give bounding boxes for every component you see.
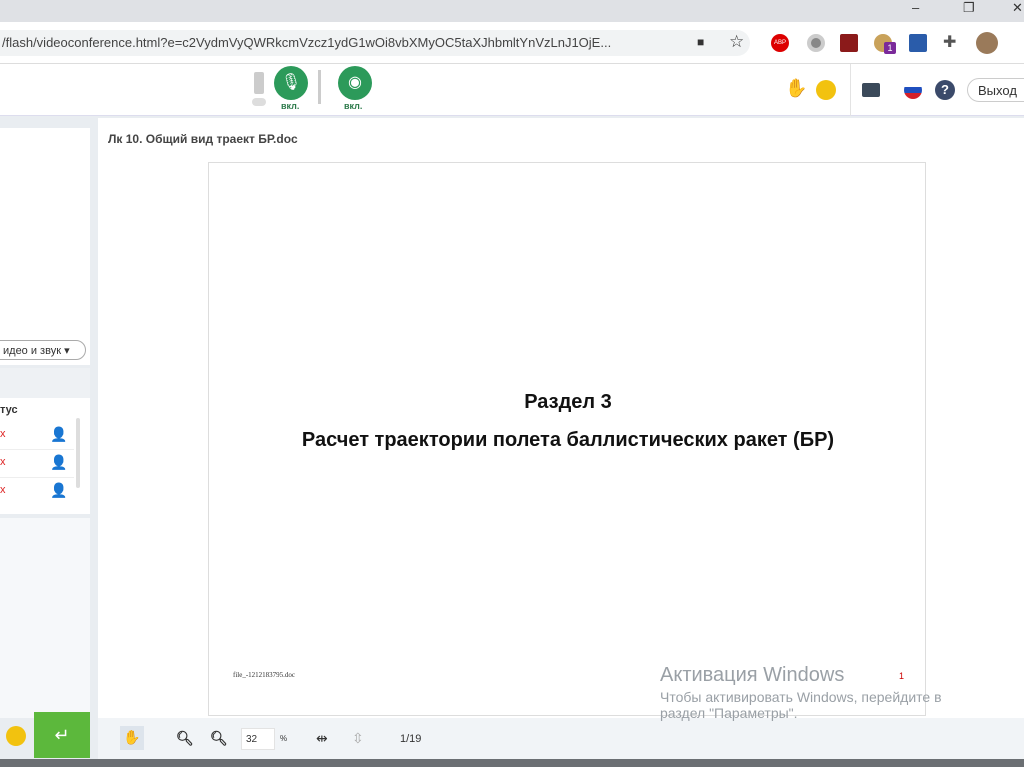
status-icon: x xyxy=(0,484,6,496)
language-flag-icon[interactable] xyxy=(904,81,922,99)
document-title: Лк 10. Общий вид траект БР.doc xyxy=(108,132,298,146)
video-sound-dropdown[interactable]: идео и звук ▾ xyxy=(0,340,86,360)
microphone-button[interactable]: 🎙 xyxy=(274,66,308,100)
user-icon: 👤 xyxy=(50,426,68,442)
emoji-icon[interactable] xyxy=(816,80,836,100)
viewer-toolbar: ✋ 🔍︎ 🔍︎ 32 % ⇹ ⇳ 1/19 xyxy=(98,718,1024,760)
extension-circle-icon[interactable] xyxy=(807,34,825,52)
status-icon: x xyxy=(0,456,6,468)
zoom-in-icon[interactable]: 🔍︎ xyxy=(176,730,194,747)
user-icon: 👤 xyxy=(50,454,68,470)
mic-level-icon xyxy=(254,72,264,94)
scrollbar[interactable] xyxy=(76,418,80,488)
left-sidebar: идео и звук ▾ тус x 👤 x 👤 x 👤 ↵ xyxy=(0,118,92,758)
extension-badge: 1 xyxy=(884,42,896,54)
footer-filename: file_-1212183795.doc xyxy=(233,671,296,679)
adblock-icon[interactable]: ABP xyxy=(771,34,789,52)
participant-row[interactable]: x 👤 xyxy=(0,478,74,506)
status-icon: x xyxy=(0,428,6,440)
minimize-button[interactable]: – xyxy=(912,0,919,15)
user-icon: 👤 xyxy=(50,482,68,498)
chat-panel: ↵ xyxy=(0,518,90,758)
extensions-puzzle-icon[interactable]: ✚ xyxy=(943,32,956,52)
exit-button[interactable]: Выход xyxy=(967,78,1024,102)
watermark-line1: Чтобы активировать Windows, перейдите в xyxy=(660,689,942,705)
divider xyxy=(850,64,851,116)
app-toolbar: 🎙 вкл. ◉ вкл. ✋ ? Выход xyxy=(0,64,1024,116)
taskbar-edge xyxy=(0,759,1024,767)
raise-hand-icon[interactable]: ✋ xyxy=(785,78,807,99)
participants-panel: тус x 👤 x 👤 x 👤 xyxy=(0,368,90,514)
bookmark-star-icon[interactable]: ☆ xyxy=(729,32,744,52)
folder-icon[interactable] xyxy=(862,83,880,97)
participant-row[interactable]: x 👤 xyxy=(0,450,74,478)
camera-status-label: вкл. xyxy=(344,101,363,111)
url-field[interactable]: /flash/videoconference.html?e=c2VydmVyQW… xyxy=(0,30,750,56)
camera-button[interactable]: ◉ xyxy=(338,66,372,100)
windows-activation-watermark: Активация Windows Чтобы активировать Win… xyxy=(660,664,942,721)
zoom-unit: % xyxy=(280,734,288,743)
mic-toggle[interactable] xyxy=(252,98,266,106)
restore-button[interactable]: ❐ xyxy=(963,0,975,16)
mic-status-label: вкл. xyxy=(281,101,300,111)
status-column-header: тус xyxy=(0,404,18,416)
camera-icon[interactable]: ■ xyxy=(697,35,704,49)
close-button[interactable]: ✕ xyxy=(1012,0,1023,16)
zoom-out-icon[interactable]: 🔍︎ xyxy=(210,730,228,747)
dropdown-label: идео и звук xyxy=(3,345,62,357)
pan-hand-icon[interactable]: ✋ xyxy=(120,726,144,750)
document-page: Раздел 3 Расчет траектории полета баллис… xyxy=(208,162,926,716)
volume-slider[interactable] xyxy=(318,70,321,104)
watermark-line2: раздел "Параметры". xyxy=(660,705,798,721)
fit-width-icon[interactable]: ⇹ xyxy=(316,730,328,747)
profile-avatar[interactable] xyxy=(976,32,998,54)
section-subheading: Расчет траектории полета баллистических … xyxy=(301,429,835,451)
extension-blue-icon[interactable] xyxy=(909,34,927,52)
help-icon[interactable]: ? xyxy=(935,80,955,100)
participant-row[interactable]: x 👤 xyxy=(0,422,74,450)
watermark-title: Активация Windows xyxy=(660,664,845,686)
fit-page-icon[interactable]: ⇳ xyxy=(352,730,364,747)
pdf-extension-icon[interactable] xyxy=(840,34,858,52)
chat-emoji-icon[interactable] xyxy=(6,726,26,746)
send-button[interactable]: ↵ xyxy=(34,712,90,758)
section-heading: Раздел 3 xyxy=(524,391,612,413)
window-titlebar: – ❐ ✕ xyxy=(0,0,1024,22)
video-panel: идео и звук ▾ xyxy=(0,128,90,365)
page-indicator: 1/19 xyxy=(400,733,422,745)
zoom-input[interactable]: 32 xyxy=(241,728,275,750)
address-bar-row: /flash/videoconference.html?e=c2VydmVyQW… xyxy=(0,22,1024,64)
